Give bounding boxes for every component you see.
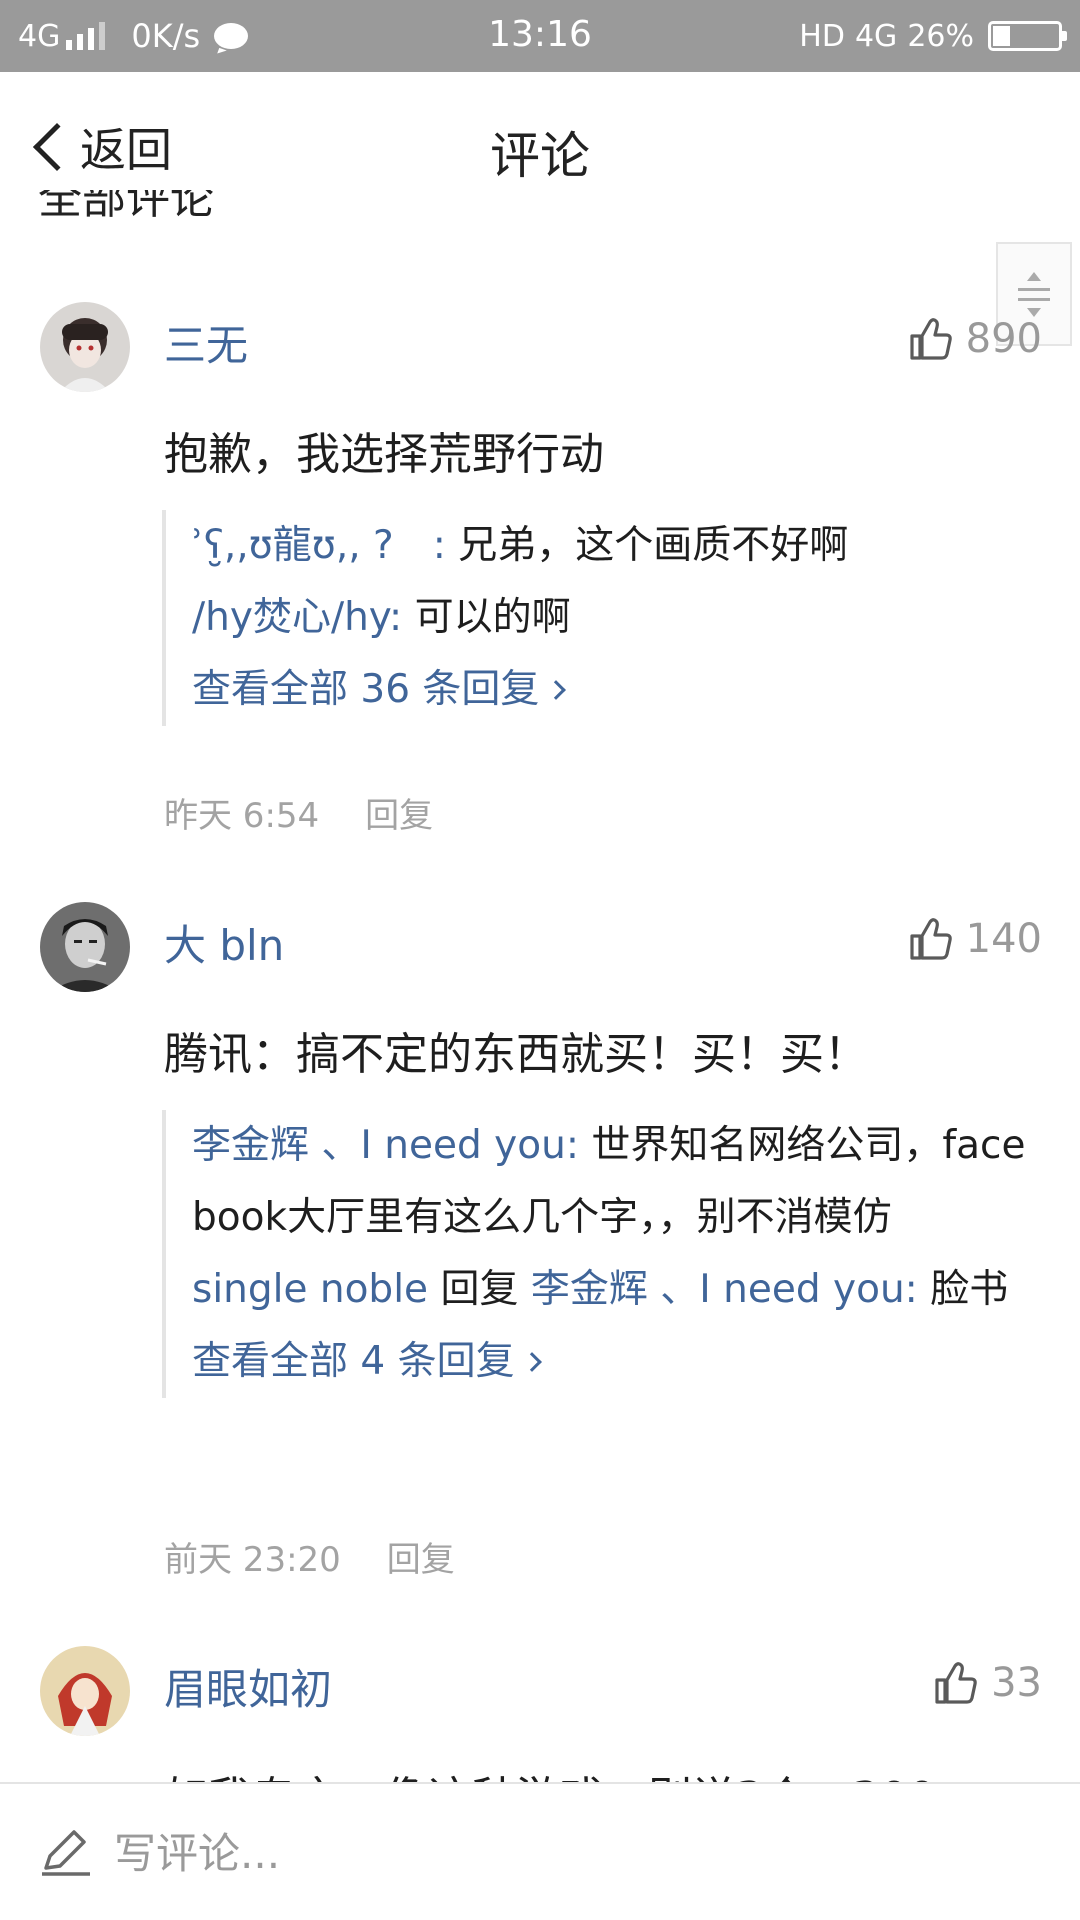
battery-icon	[988, 21, 1067, 51]
comment-time: 昨天 6:54	[164, 796, 320, 836]
reply-target[interactable]: 李金辉 、I need you:	[531, 1267, 918, 1312]
comment-username[interactable]: 眉眼如初	[164, 1656, 332, 1717]
comment-text: 抱歉，我选择荒野行动	[164, 429, 604, 480]
view-all-replies-link[interactable]: 查看全部 4 条回复	[192, 1326, 1040, 1398]
like-button[interactable]: 890	[908, 316, 1042, 362]
reply-list: 李金辉 、I need you: 世界知名网络公司，facebook大厅里有这么…	[162, 1110, 1040, 1398]
reply-item[interactable]: 李金辉 、I need you: 世界知名网络公司，facebook大厅里有这么…	[192, 1110, 1040, 1254]
thumbs-up-icon	[935, 1662, 977, 1704]
comment-time: 前天 23:20	[164, 1540, 341, 1580]
reply-item[interactable]: single noble 回复 李金辉 、I need you: 脸书	[192, 1254, 1040, 1326]
section-label: 全部评论	[38, 190, 214, 224]
reply-author[interactable]: 李金辉 、I need you:	[192, 1123, 579, 1168]
comment-meta: 前天 23:20 回复	[164, 1532, 455, 1581]
avatar[interactable]	[40, 902, 130, 992]
like-count: 140	[965, 916, 1042, 962]
write-comment-placeholder: 写评论...	[114, 1829, 281, 1878]
sort-up-icon	[1027, 271, 1041, 281]
view-all-replies-link[interactable]: 查看全部 36 条回复	[192, 654, 1040, 726]
battery-percent: 26%	[907, 18, 974, 54]
reply-text: 可以的啊	[414, 595, 571, 640]
thumbs-up-icon	[910, 318, 952, 360]
comment-meta: 昨天 6:54 回复	[164, 788, 433, 837]
status-right: HD 4G 26%	[799, 14, 1067, 58]
like-button[interactable]: 33	[933, 1660, 1042, 1706]
hd-indicator: HD	[799, 18, 845, 54]
bottom-bar: 写评论...	[0, 1782, 1080, 1920]
comment-username[interactable]: 三无	[164, 312, 248, 373]
page-title: 评论	[490, 127, 590, 185]
network-type-right: 4G	[854, 18, 898, 54]
reply-button[interactable]: 回复	[365, 796, 433, 836]
reply-text: 脸书	[930, 1267, 1009, 1312]
status-bar: 4G 0K/s 13:16 HD 4G 26%	[0, 0, 1080, 72]
chevron-right-icon	[521, 1352, 542, 1372]
comment-text: 腾讯：搞不定的东西就买！买！买！	[164, 1029, 868, 1080]
reply-author[interactable]: /hy焚心/hy:	[192, 595, 402, 640]
reply-author[interactable]: ʾʕ̮,,ʊ龍ʊ,, ? :	[192, 523, 446, 568]
reply-mid: 回复	[440, 1267, 519, 1312]
like-count: 890	[965, 316, 1042, 362]
reply-text: 兄弟，这个画质不好啊	[458, 523, 849, 568]
avatar[interactable]	[40, 1646, 130, 1736]
pencil-icon	[42, 1829, 90, 1876]
thumbs-up-icon	[910, 918, 952, 960]
reply-item[interactable]: ʾʕ̮,,ʊ龍ʊ,, ? : 兄弟，这个画质不好啊	[192, 510, 1040, 582]
reply-list: ʾʕ̮,,ʊ龍ʊ,, ? : 兄弟，这个画质不好啊 /hy焚心/hy: 可以的啊…	[162, 510, 1040, 726]
chevron-right-icon	[546, 680, 567, 700]
reply-author[interactable]: single noble	[192, 1267, 428, 1312]
comment-username[interactable]: 大 bln	[164, 912, 284, 973]
like-button[interactable]: 140	[908, 916, 1042, 962]
like-count: 33	[991, 1660, 1042, 1706]
reply-item[interactable]: /hy焚心/hy: 可以的啊	[192, 582, 1040, 654]
reply-button[interactable]: 回复	[387, 1540, 455, 1580]
avatar[interactable]	[40, 302, 130, 392]
write-comment-input[interactable]: 写评论...	[36, 1820, 280, 1881]
